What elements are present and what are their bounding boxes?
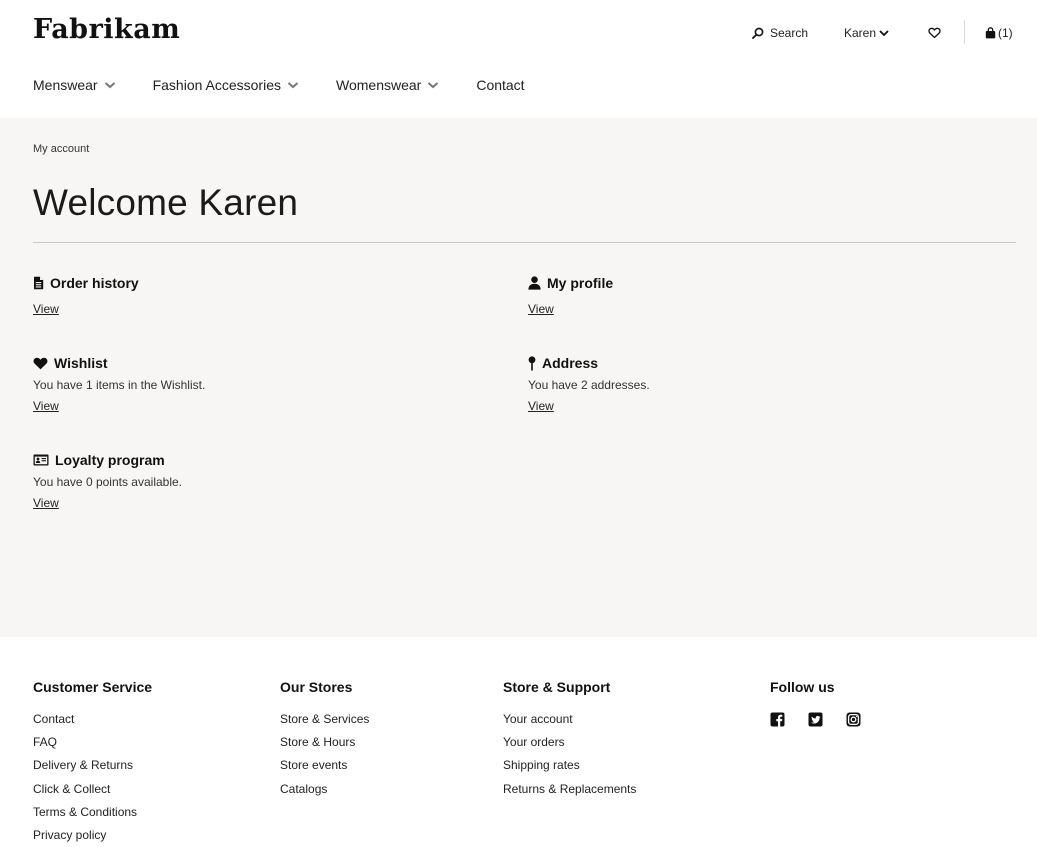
- account-main: My account Welcome Karen Order history V…: [0, 118, 1037, 637]
- id-card-icon: [33, 454, 49, 466]
- card-heading: Order history: [33, 274, 453, 292]
- nav-label: Fashion Accessories: [152, 77, 281, 93]
- card-loyalty-program: Loyalty program You have 0 points availa…: [33, 451, 453, 512]
- footer-link[interactable]: Privacy policy: [33, 828, 152, 847]
- card-heading: My profile: [528, 274, 948, 292]
- chevron-down-icon: [428, 82, 439, 89]
- nav-label: Contact: [476, 77, 525, 93]
- card-address: Address You have 2 addresses. View: [528, 354, 948, 415]
- page-title: Welcome Karen: [33, 182, 299, 223]
- nav-label: Womenswear: [336, 77, 422, 93]
- heart-outline-icon: [928, 27, 941, 39]
- footer-link[interactable]: Catalogs: [280, 782, 369, 805]
- site-footer: Customer Service Contact FAQ Delivery & …: [0, 637, 1037, 847]
- footer-link[interactable]: Terms & Conditions: [33, 805, 152, 828]
- card-order-history: Order history View: [33, 274, 453, 318]
- user-menu-button[interactable]: Karen: [844, 24, 889, 42]
- footer-link[interactable]: Click & Collect: [33, 782, 152, 805]
- card-heading: Loyalty program: [33, 451, 453, 469]
- footer-customer-service: Customer Service Contact FAQ Delivery & …: [33, 679, 152, 847]
- card-title: Address: [542, 355, 599, 371]
- wishlist-button[interactable]: [928, 24, 941, 42]
- card-title: Loyalty program: [55, 452, 165, 468]
- footer-link[interactable]: FAQ: [33, 735, 152, 758]
- instagram-icon: [846, 712, 861, 727]
- footer-link[interactable]: Store events: [280, 758, 369, 781]
- order-history-view-link[interactable]: View: [33, 302, 59, 316]
- twitter-icon: [808, 712, 823, 727]
- card-wishlist: Wishlist You have 1 items in the Wishlis…: [33, 354, 453, 415]
- nav-item-womenswear[interactable]: Womenswear: [336, 77, 439, 93]
- nav-label: Menswear: [33, 77, 98, 93]
- nav-item-fashion-accessories[interactable]: Fashion Accessories: [153, 77, 299, 93]
- card-title: My profile: [547, 275, 614, 291]
- footer-link[interactable]: Your account: [503, 712, 636, 735]
- user-name: Karen: [844, 26, 877, 40]
- loyalty-view-link[interactable]: View: [33, 496, 59, 510]
- search-button[interactable]: Search: [752, 24, 808, 42]
- twitter-link[interactable]: [808, 712, 823, 727]
- footer-heading: Our Stores: [280, 679, 353, 695]
- pin-icon: [528, 355, 536, 370]
- breadcrumb[interactable]: My account: [33, 143, 89, 155]
- chevron-down-icon: [287, 82, 299, 89]
- wishlist-summary: You have 1 items in the Wishlist.: [33, 378, 206, 392]
- chevron-down-icon: [104, 82, 115, 89]
- header-divider: [964, 20, 965, 44]
- cart-button[interactable]: (1): [985, 24, 1013, 42]
- card-title: Wishlist: [54, 355, 108, 371]
- cart-count: (1): [998, 26, 1013, 40]
- social-links: [770, 712, 884, 727]
- site-header: Fabrikam Search Karen (1) Menswear Fashi…: [0, 0, 1037, 118]
- footer-link[interactable]: Returns & Replacements: [503, 782, 636, 805]
- nav-item-menswear[interactable]: Menswear: [33, 77, 116, 93]
- loyalty-summary: You have 0 points available.: [33, 475, 183, 489]
- card-heading: Wishlist: [33, 354, 453, 372]
- facebook-link[interactable]: [770, 712, 785, 727]
- nav-item-contact[interactable]: Contact: [476, 77, 524, 93]
- footer-our-stores: Our Stores Store & Services Store & Hour…: [280, 679, 369, 805]
- footer-link[interactable]: Contact: [33, 712, 152, 735]
- brand-logo[interactable]: Fabrikam: [33, 14, 180, 45]
- card-heading: Address: [528, 354, 948, 372]
- address-summary: You have 2 addresses.: [528, 378, 650, 392]
- footer-link[interactable]: Your orders: [503, 735, 636, 758]
- footer-heading: Follow us: [770, 679, 835, 695]
- footer-link[interactable]: Shipping rates: [503, 758, 636, 781]
- footer-heading: Customer Service: [33, 679, 153, 695]
- search-label: Search: [770, 26, 809, 40]
- main-navigation: Menswear Fashion Accessories Womenswear …: [33, 75, 525, 95]
- my-profile-view-link[interactable]: View: [528, 302, 554, 316]
- card-my-profile: My profile View: [528, 274, 948, 318]
- user-icon: [528, 276, 541, 290]
- search-icon: [752, 27, 764, 39]
- chevron-down-icon: [879, 30, 889, 37]
- facebook-icon: [770, 712, 785, 727]
- footer-link[interactable]: Store & Services: [280, 712, 369, 735]
- title-divider: [33, 242, 1016, 243]
- instagram-link[interactable]: [846, 712, 861, 727]
- footer-follow-us: Follow us: [770, 679, 884, 727]
- footer-store-support: Store & Support Your account Your orders…: [503, 679, 636, 805]
- card-title: Order history: [50, 275, 139, 291]
- shopping-bag-icon: [985, 27, 996, 39]
- footer-link[interactable]: Delivery & Returns: [33, 758, 152, 781]
- document-icon: [34, 276, 44, 290]
- footer-heading: Store & Support: [503, 679, 611, 695]
- wishlist-view-link[interactable]: View: [33, 399, 59, 413]
- address-view-link[interactable]: View: [528, 399, 554, 413]
- footer-link[interactable]: Store & Hours: [280, 735, 369, 758]
- heart-icon: [33, 357, 48, 369]
